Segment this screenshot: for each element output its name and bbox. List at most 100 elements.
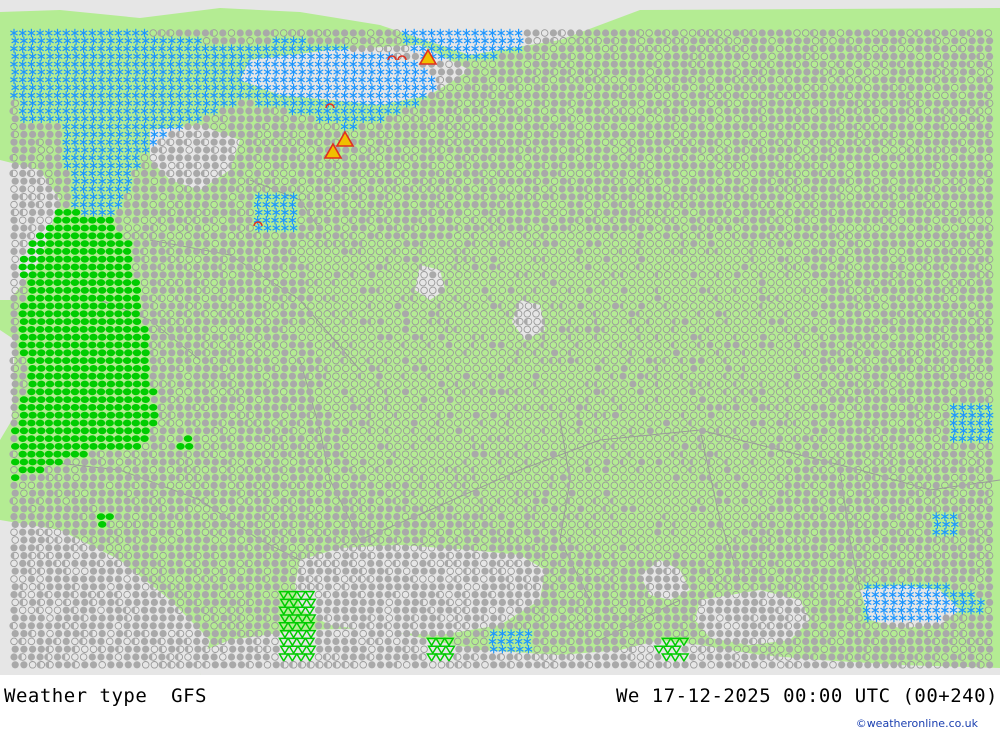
rain-symbol <box>79 341 88 349</box>
overcast-symbol <box>516 68 524 76</box>
overcast-symbol <box>925 162 933 170</box>
overcast-symbol <box>959 208 968 216</box>
overcast-symbol <box>558 107 566 115</box>
overcast-symbol <box>140 185 149 193</box>
overcast-symbol <box>977 286 985 294</box>
overcast-symbol <box>846 146 855 154</box>
overcast-symbol <box>629 130 637 138</box>
overcast-symbol <box>175 29 183 37</box>
overcast-symbol <box>498 130 506 138</box>
overcast-symbol <box>167 154 175 162</box>
overcast-symbol <box>776 201 784 209</box>
overcast-symbol <box>194 364 202 372</box>
rain-symbol <box>45 365 55 372</box>
overcast-symbol <box>628 310 636 318</box>
rain-symbol <box>28 287 37 294</box>
overcast-symbol <box>976 325 984 333</box>
overcast-symbol <box>890 240 898 248</box>
overcast-symbol <box>255 302 263 310</box>
overcast-symbol <box>810 169 819 177</box>
overcast-symbol <box>812 68 820 76</box>
rain-symbol <box>96 232 106 240</box>
overcast-symbol <box>254 29 262 37</box>
overcast-symbol <box>836 91 845 99</box>
overcast-symbol <box>246 146 254 154</box>
overcast-symbol <box>845 201 853 209</box>
overcast-symbol <box>593 185 601 193</box>
overcast-symbol <box>915 60 923 68</box>
overcast-symbol <box>725 208 733 216</box>
overcast-symbol <box>481 286 489 294</box>
overcast-symbol <box>845 357 853 365</box>
overcast-symbol <box>697 76 705 84</box>
overcast-symbol <box>359 162 367 170</box>
overcast-symbol <box>159 302 167 310</box>
overcast-symbol <box>220 208 228 216</box>
overcast-symbol <box>611 208 620 216</box>
overcast-symbol <box>246 255 254 263</box>
overcast-symbol <box>497 91 505 99</box>
overcast-symbol <box>819 91 827 99</box>
overcast-symbol <box>838 84 846 92</box>
overcast-symbol <box>481 208 489 216</box>
overcast-symbol <box>428 201 436 209</box>
overcast-symbol <box>794 162 802 170</box>
overcast-symbol <box>350 193 359 201</box>
overcast-symbol <box>899 286 907 294</box>
overcast-symbol <box>610 91 618 99</box>
overcast-symbol <box>298 224 306 232</box>
overcast-symbol <box>690 177 698 185</box>
rain-symbol <box>132 302 142 310</box>
rain-symbol <box>114 263 123 271</box>
overcast-symbol <box>281 255 289 263</box>
overcast-symbol <box>977 99 985 107</box>
overcast-symbol <box>175 169 183 177</box>
rain-symbol <box>132 287 142 294</box>
overcast-symbol <box>941 169 949 177</box>
overcast-symbol <box>594 146 602 154</box>
overcast-symbol <box>290 115 298 123</box>
overcast-symbol <box>229 130 237 138</box>
rain-symbol <box>105 357 114 364</box>
rain-symbol <box>71 333 81 341</box>
overcast-symbol <box>620 99 628 107</box>
overcast-symbol <box>863 325 871 333</box>
overcast-symbol <box>358 138 366 146</box>
overcast-symbol <box>236 123 244 131</box>
overcast-symbol <box>941 138 949 146</box>
overcast-symbol <box>577 162 585 170</box>
overcast-symbol <box>359 37 367 45</box>
overcast-symbol <box>568 162 576 170</box>
overcast-symbol <box>594 240 602 248</box>
overcast-symbol <box>794 99 802 107</box>
rain-symbol <box>37 333 46 341</box>
overcast-symbol <box>27 138 35 146</box>
overcast-symbol <box>575 247 584 255</box>
overcast-symbol <box>810 123 819 131</box>
overcast-symbol <box>619 60 627 68</box>
overcast-symbol <box>236 341 244 349</box>
overcast-symbol <box>333 193 341 201</box>
rain-symbol <box>44 263 53 271</box>
overcast-symbol <box>193 29 201 37</box>
rain-symbol <box>54 287 63 294</box>
overcast-symbol <box>958 169 966 177</box>
rain-symbol <box>98 240 107 248</box>
overcast-symbol <box>838 286 846 294</box>
rain-symbol <box>115 365 124 372</box>
overcast-symbol <box>959 162 968 170</box>
overcast-symbol <box>541 154 549 162</box>
overcast-symbol <box>498 240 506 248</box>
overcast-symbol <box>889 45 897 53</box>
overcast-symbol <box>498 52 506 61</box>
overcast-symbol <box>906 341 914 349</box>
overcast-symbol <box>316 224 324 232</box>
rain-symbol <box>131 326 140 333</box>
rain-symbol <box>89 255 98 263</box>
overcast-symbol <box>429 193 437 201</box>
overcast-symbol <box>881 177 889 185</box>
overcast-symbol <box>638 255 646 263</box>
overcast-symbol <box>959 84 968 92</box>
overcast-symbol <box>864 349 872 357</box>
overcast-symbol <box>629 162 637 170</box>
